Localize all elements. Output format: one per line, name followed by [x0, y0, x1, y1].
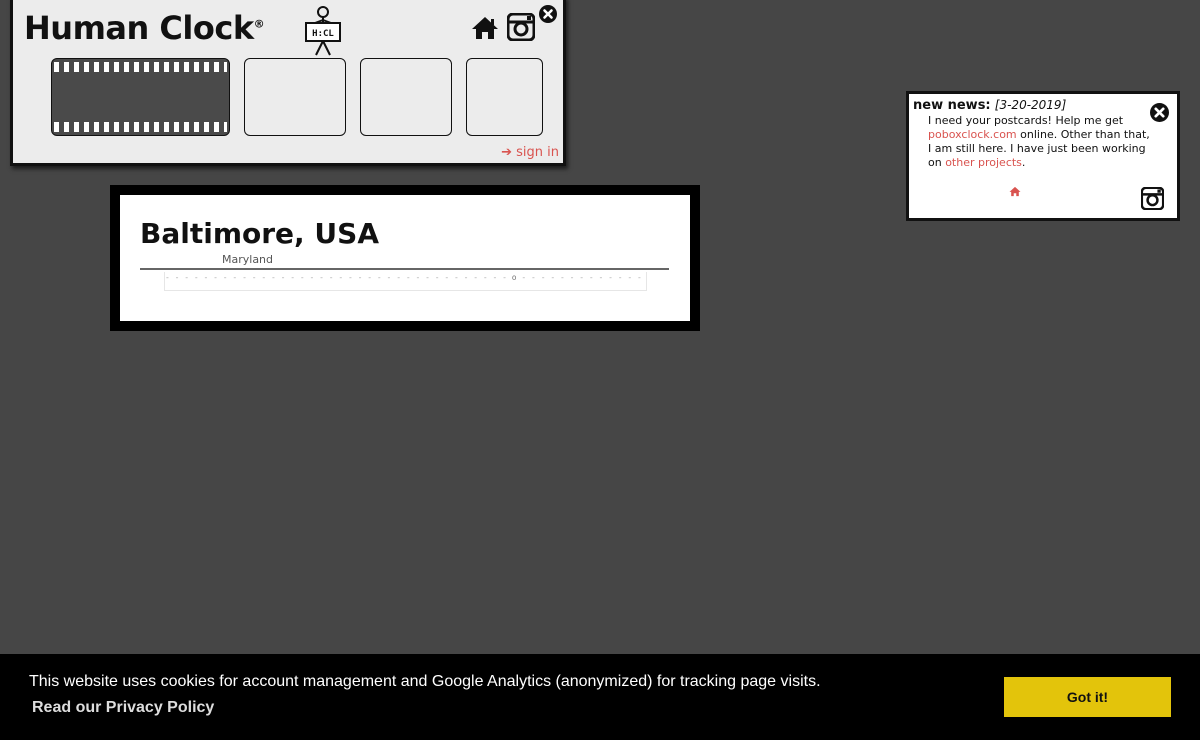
- privacy-policy-link[interactable]: Read our Privacy Policy: [32, 699, 214, 717]
- other-projects-link[interactable]: other projects: [945, 156, 1022, 169]
- film-perforation-top: [54, 62, 227, 72]
- cookie-accept-button[interactable]: Got it!: [1004, 677, 1171, 717]
- timeline-track-right: - - - - - - - - - - - - - - - - - - - - …: [521, 273, 646, 282]
- home-icon[interactable]: [471, 15, 499, 41]
- news-date: [3-20-2019]: [994, 98, 1067, 112]
- instagram-icon[interactable]: [507, 13, 535, 41]
- cookie-message: This website uses cookies for account ma…: [29, 673, 821, 690]
- site-title-text: Human Clock: [24, 9, 254, 47]
- logo-text: H:CL: [312, 29, 334, 39]
- timeline-track-left: - - - - - - - - - - - - - - - - - - - - …: [165, 273, 512, 282]
- news-panel: new news: [3-20-2019] I need your postca…: [906, 91, 1180, 221]
- film-strip-thumbnail[interactable]: [51, 58, 230, 136]
- news-text: .: [1021, 156, 1026, 169]
- sign-in-icon: ➔: [501, 145, 512, 160]
- city-card: Baltimore, USA Maryland - - - - - - - - …: [110, 185, 700, 331]
- news-home-icon[interactable]: [1009, 186, 1021, 197]
- photo-slot[interactable]: [244, 58, 346, 136]
- divider: [140, 268, 669, 270]
- news-heading: new news: [3-20-2019]: [913, 98, 1066, 113]
- close-icon[interactable]: [539, 5, 557, 23]
- poboxclock-link[interactable]: poboxclock.com: [928, 128, 1017, 141]
- sign-in-label: sign in: [516, 145, 559, 160]
- photo-slot[interactable]: [466, 58, 543, 136]
- photo-slot[interactable]: [360, 58, 452, 136]
- header-panel: Human Clock® H:CL ➔ sign in: [10, 0, 566, 166]
- sign-in-link[interactable]: ➔ sign in: [501, 145, 559, 160]
- site-title[interactable]: Human Clock®: [24, 9, 265, 47]
- news-text: I need your postcards! Help me get: [928, 114, 1124, 127]
- news-heading-label: new news:: [913, 98, 991, 113]
- timeline[interactable]: - - - - - - - - - - - - - - - - - - - - …: [164, 272, 647, 291]
- city-name: Baltimore, USA: [140, 217, 379, 250]
- city-state: Maryland: [222, 253, 274, 266]
- stick-figure-logo[interactable]: H:CL: [301, 5, 345, 57]
- cookie-banner: This website uses cookies for account ma…: [0, 654, 1200, 740]
- film-perforation-bottom: [54, 122, 227, 132]
- news-instagram-icon[interactable]: [1141, 187, 1164, 210]
- news-body: I need your postcards! Help me get pobox…: [928, 114, 1156, 170]
- registered-mark: ®: [253, 17, 265, 31]
